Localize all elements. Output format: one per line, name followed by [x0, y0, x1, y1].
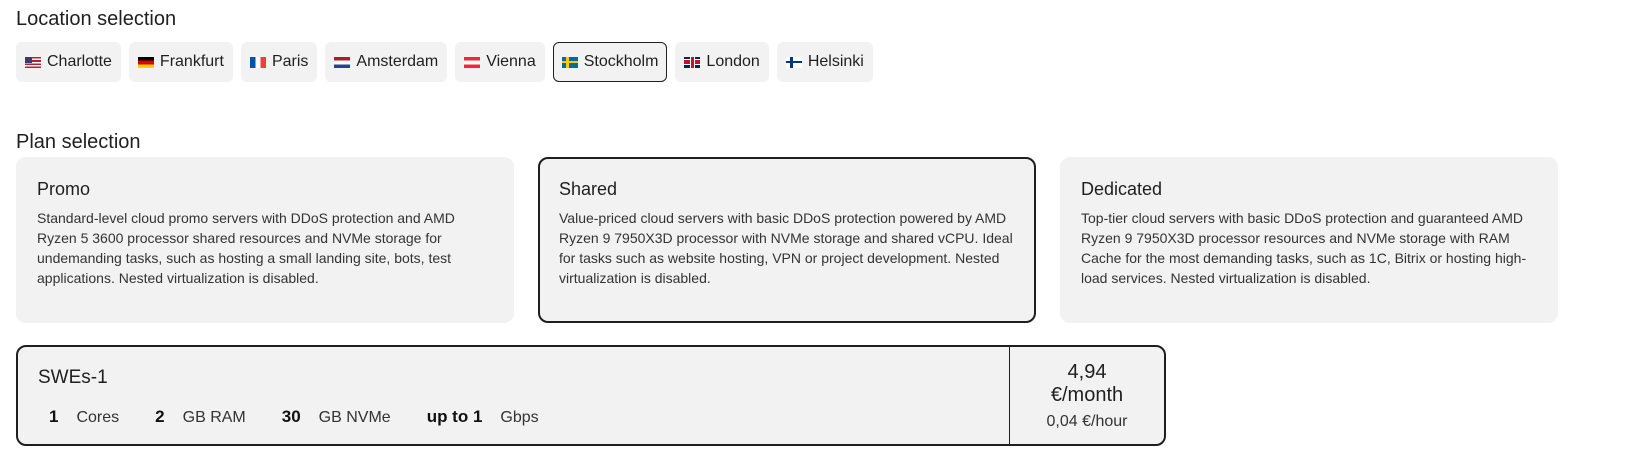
price-amount: 4,94: [1067, 360, 1107, 383]
fi-flag-icon: [785, 56, 802, 68]
location-helsinki-button[interactable]: Helsinki: [776, 42, 873, 82]
location-label: Amsterdam: [356, 53, 439, 70]
location-label: Vienna: [486, 53, 536, 70]
location-list: Charlotte Frankfurt Paris Amsterdam Vien…: [16, 42, 873, 82]
gb-flag-icon: [684, 56, 701, 68]
location-label: Stockholm: [583, 53, 659, 70]
plan-name: Dedicated: [1081, 179, 1163, 199]
location-stockholm-button[interactable]: Stockholm: [552, 42, 668, 82]
location-selection-title: Location selection: [16, 8, 177, 30]
server-price: 4,94 €/month 0,04 €/hour: [1009, 347, 1164, 444]
plan-card-shared[interactable]: Shared Value-priced cloud servers with b…: [538, 157, 1036, 323]
spec-cores: 1 Cores: [49, 407, 119, 427]
spec-value: up to 1: [426, 407, 483, 426]
server-specs: 1 Cores 2 GB RAM 30 GB NVMe up to 1 Gbps: [49, 407, 575, 427]
spec-ram: 2 GB RAM: [155, 407, 246, 427]
location-paris-button[interactable]: Paris: [240, 42, 318, 82]
spec-storage: 30 GB NVMe: [282, 407, 391, 427]
plan-name: Shared: [559, 179, 618, 199]
spec-bandwidth: up to 1 Gbps: [427, 407, 539, 427]
spec-value: 2: [155, 407, 165, 426]
location-label: London: [706, 53, 760, 70]
plan-description: Top-tier cloud servers with basic DDoS p…: [1081, 210, 1527, 286]
location-vienna-button[interactable]: Vienna: [455, 42, 545, 82]
location-label: Paris: [271, 53, 309, 70]
location-london-button[interactable]: London: [675, 42, 769, 82]
price-per-hour: 0,04 €/hour: [1046, 412, 1128, 430]
price-period: €/month: [1050, 383, 1124, 406]
spec-unit: Cores: [76, 409, 120, 426]
plan-card-promo[interactable]: Promo Standard-level cloud promo servers…: [16, 157, 514, 323]
location-amsterdam-button[interactable]: Amsterdam: [325, 42, 448, 82]
spec-unit: GB RAM: [182, 409, 246, 426]
se-flag-icon: [561, 56, 578, 68]
location-frankfurt-button[interactable]: Frankfurt: [128, 42, 233, 82]
us-flag-icon: [25, 56, 41, 68]
location-charlotte-button[interactable]: Charlotte: [16, 42, 121, 82]
server-name: SWEs-1: [38, 367, 108, 388]
location-label: Frankfurt: [159, 53, 224, 70]
plan-selection-title: Plan selection: [16, 131, 141, 153]
location-label: Helsinki: [807, 53, 864, 70]
server-config-card[interactable]: SWEs-1 1 Cores 2 GB RAM 30 GB NVMe up to…: [16, 345, 1166, 446]
nl-flag-icon: [334, 56, 351, 68]
server-info: SWEs-1 1 Cores 2 GB RAM 30 GB NVMe up to…: [18, 347, 1009, 444]
plan-description: Value-priced cloud servers with basic DD…: [559, 210, 1013, 286]
spec-unit: Gbps: [500, 409, 539, 426]
spec-unit: GB NVMe: [318, 409, 391, 426]
plan-card-dedicated[interactable]: Dedicated Top-tier cloud servers with ba…: [1060, 157, 1558, 323]
de-flag-icon: [137, 56, 154, 68]
spec-value: 30: [281, 407, 301, 426]
at-flag-icon: [464, 56, 481, 68]
plan-description: Standard-level cloud promo servers with …: [37, 210, 455, 286]
plan-name: Promo: [37, 179, 91, 199]
location-label: Charlotte: [47, 53, 112, 70]
fr-flag-icon: [249, 56, 266, 68]
spec-value: 1: [49, 407, 59, 426]
